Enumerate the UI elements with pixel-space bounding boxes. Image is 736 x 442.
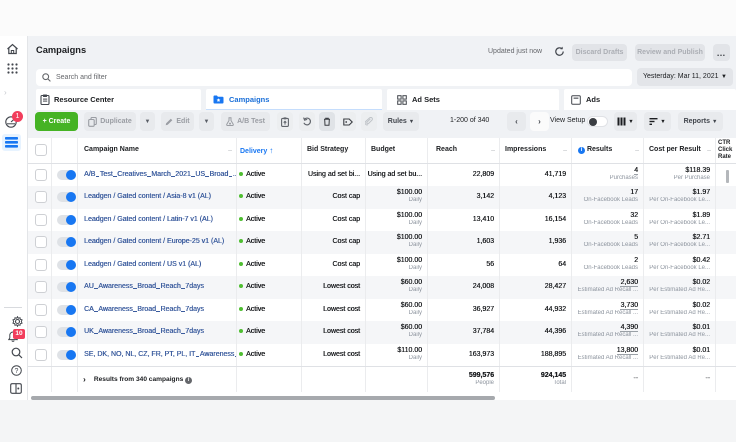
svg-text:?: ? xyxy=(15,368,19,375)
